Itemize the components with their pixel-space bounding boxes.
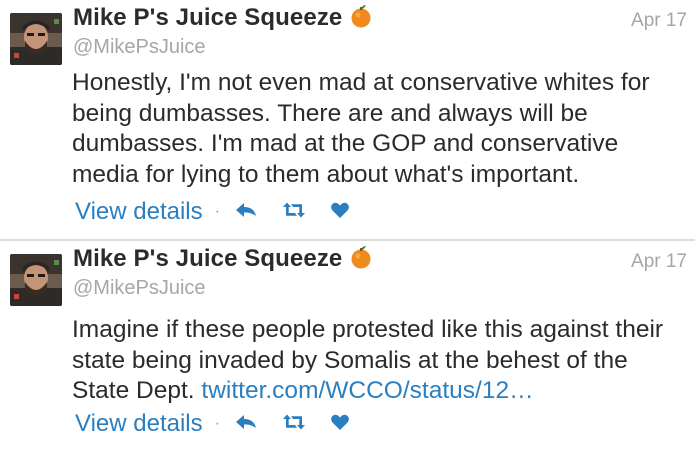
timeline: Mike P's Juice Squeeze @MikePsJuice Apr …	[0, 0, 695, 451]
tweet-text: Honestly, I'm not even mad at conservati…	[72, 68, 682, 190]
author-name-row[interactable]: Mike P's Juice Squeeze	[73, 4, 372, 35]
orange-icon	[350, 4, 372, 35]
author-name[interactable]: Mike P's Juice Squeeze	[73, 245, 342, 272]
avatar[interactable]	[10, 254, 62, 306]
retweet-icon[interactable]	[280, 413, 308, 436]
reply-icon[interactable]	[234, 413, 258, 436]
retweet-icon[interactable]	[280, 201, 308, 224]
author-handle[interactable]: @MikePsJuice	[73, 36, 206, 59]
favorite-icon[interactable]	[330, 201, 350, 224]
orange-icon	[350, 245, 372, 276]
avatar[interactable]	[10, 13, 62, 65]
separator-dot: ·	[214, 203, 220, 220]
reply-icon[interactable]	[234, 201, 258, 224]
tweet-date: Apr 17	[631, 10, 687, 31]
tweet-actions: View details ·	[75, 409, 372, 439]
tweet-date: Apr 17	[631, 251, 687, 272]
tweet-text: Imagine if these people protested like t…	[72, 315, 682, 407]
favorite-icon[interactable]	[330, 413, 350, 436]
tweet-link[interactable]: twitter.com/WCCO/status/12…	[201, 377, 533, 404]
author-handle[interactable]: @MikePsJuice	[73, 277, 206, 300]
tweet-actions: View details ·	[75, 197, 372, 227]
view-details-link[interactable]: View details	[75, 410, 203, 438]
author-name[interactable]: Mike P's Juice Squeeze	[73, 4, 342, 31]
tweet[interactable]: Mike P's Juice Squeeze @MikePsJuice Apr …	[0, 241, 695, 451]
tweet[interactable]: Mike P's Juice Squeeze @MikePsJuice Apr …	[0, 0, 695, 240]
view-details-link[interactable]: View details	[75, 198, 203, 226]
tweet-text-content: Honestly, I'm not even mad at conservati…	[72, 69, 650, 188]
author-name-row[interactable]: Mike P's Juice Squeeze	[73, 245, 372, 276]
separator-dot: ·	[214, 415, 220, 432]
